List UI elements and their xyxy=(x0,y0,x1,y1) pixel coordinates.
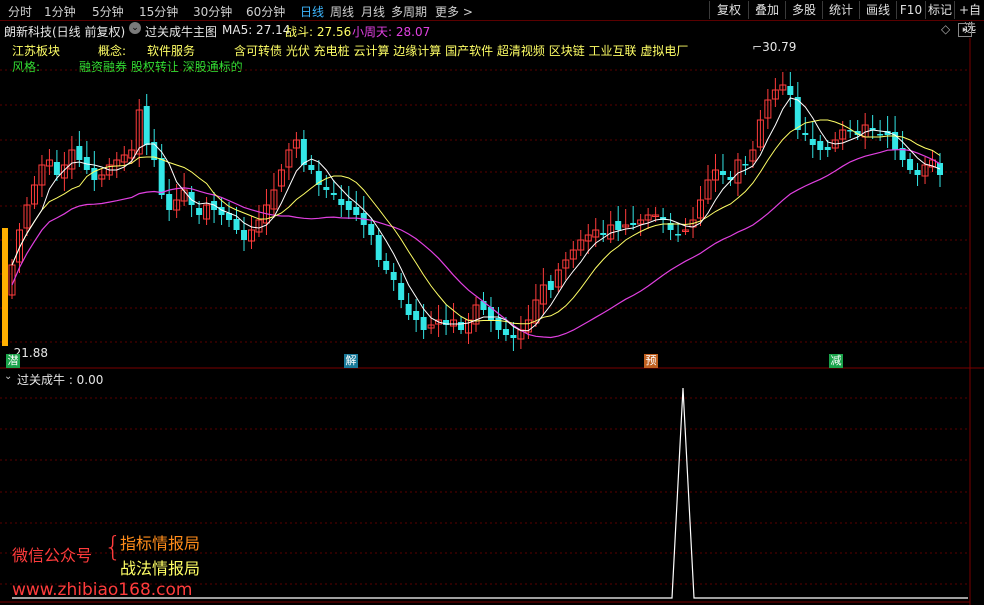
candle-body-down xyxy=(143,106,150,145)
candle-body-down xyxy=(390,272,397,280)
candle-body-down xyxy=(420,317,427,330)
candle-body-down xyxy=(719,171,726,175)
candle-body-down xyxy=(600,233,607,235)
promo-wechat: 微信公众号 xyxy=(12,546,93,565)
sub-panel-title: 过关成牛 : 0.00 xyxy=(17,373,104,387)
candle-body-down xyxy=(196,208,203,215)
candle-body-down xyxy=(405,304,412,315)
candle-body-down xyxy=(817,141,824,150)
promo-url[interactable]: www.zhibiao168.com xyxy=(12,580,192,600)
marker-qian: 潜 xyxy=(6,354,20,368)
candle-body-down xyxy=(91,168,98,180)
candle-body-down xyxy=(547,281,554,290)
candle-body-down xyxy=(824,147,831,150)
candle-body-down xyxy=(914,170,921,175)
candle-body-down xyxy=(458,322,465,330)
candle-body-down xyxy=(353,207,360,215)
candle-body-down xyxy=(877,134,884,136)
candle-body-down xyxy=(787,86,794,95)
candle-body-down xyxy=(510,335,517,338)
candle-body-down xyxy=(742,164,749,166)
candle-body-down xyxy=(345,201,352,210)
candlesticks xyxy=(2,72,943,351)
candle-body-down xyxy=(330,193,337,195)
candle-body-down xyxy=(323,187,330,190)
candle-body-down xyxy=(53,162,60,175)
marker-yu: 预 xyxy=(644,354,658,368)
candle-body-down xyxy=(308,165,315,170)
candle-body-down xyxy=(375,235,382,260)
candle-body-down xyxy=(338,199,345,205)
candle-body-down xyxy=(413,311,420,320)
candle-body-down xyxy=(809,139,816,145)
candle-body-down xyxy=(233,219,240,230)
candle-body-down xyxy=(188,192,195,205)
candle-body-down xyxy=(802,133,809,135)
candle-body-down xyxy=(495,318,502,330)
candle-body-down xyxy=(368,224,375,235)
candle-body-down xyxy=(502,329,509,335)
sub-chevron-down-icon[interactable]: ⌄ xyxy=(4,371,12,382)
kline-chart[interactable] xyxy=(0,0,984,605)
marker-jie: 解 xyxy=(344,354,358,368)
candle-body-down xyxy=(630,223,637,225)
promo-line2: 战法情报局 xyxy=(120,559,201,578)
candle-body-down xyxy=(166,194,173,210)
candle-body-down xyxy=(615,221,622,230)
candle-body-down xyxy=(158,158,165,195)
candle-body-down xyxy=(383,261,390,270)
marker-jian: 减 xyxy=(829,354,843,368)
candle-body-down xyxy=(76,146,83,160)
candle-body-down xyxy=(398,283,405,300)
candle-body-down xyxy=(675,234,682,236)
candle-body-down xyxy=(300,139,307,165)
left-highlight-bar xyxy=(2,228,8,346)
high-price-label: ⌐30.79 xyxy=(752,40,797,54)
promo-line1: 指标情报局 xyxy=(120,534,201,553)
candle-body-down xyxy=(907,159,914,170)
candle-body-down xyxy=(241,230,247,240)
